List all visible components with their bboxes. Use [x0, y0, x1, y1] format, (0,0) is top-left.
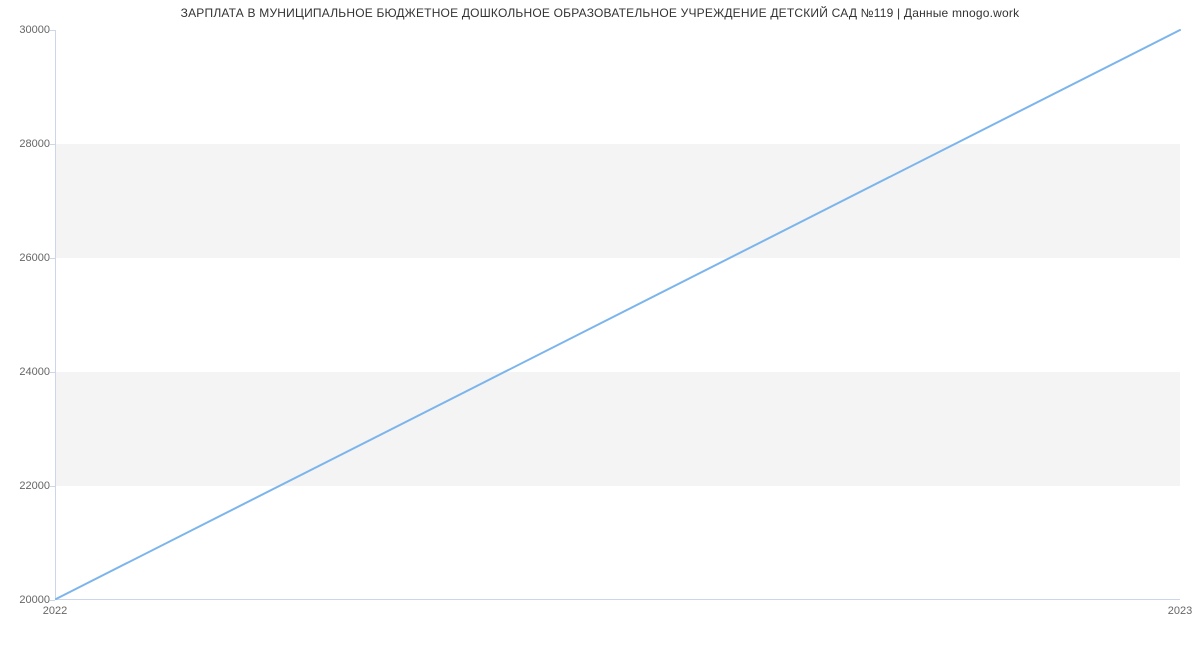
x-tick-label: 2023: [1168, 605, 1192, 617]
chart-title: ЗАРПЛАТА В МУНИЦИПАЛЬНОЕ БЮДЖЕТНОЕ ДОШКО…: [0, 6, 1200, 20]
y-tick-label: 26000: [5, 252, 50, 264]
y-tick-label: 24000: [5, 366, 50, 378]
line-svg: [56, 30, 1180, 599]
y-tick-mark: [50, 600, 55, 601]
salary-line-chart: ЗАРПЛАТА В МУНИЦИПАЛЬНОЕ БЮДЖЕТНОЕ ДОШКО…: [0, 0, 1200, 650]
x-tick-label: 2022: [43, 605, 67, 617]
y-tick-label: 30000: [5, 24, 50, 36]
y-tick-label: 22000: [5, 480, 50, 492]
series-line: [56, 30, 1180, 599]
plot-area: [55, 30, 1180, 600]
y-tick-label: 28000: [5, 138, 50, 150]
